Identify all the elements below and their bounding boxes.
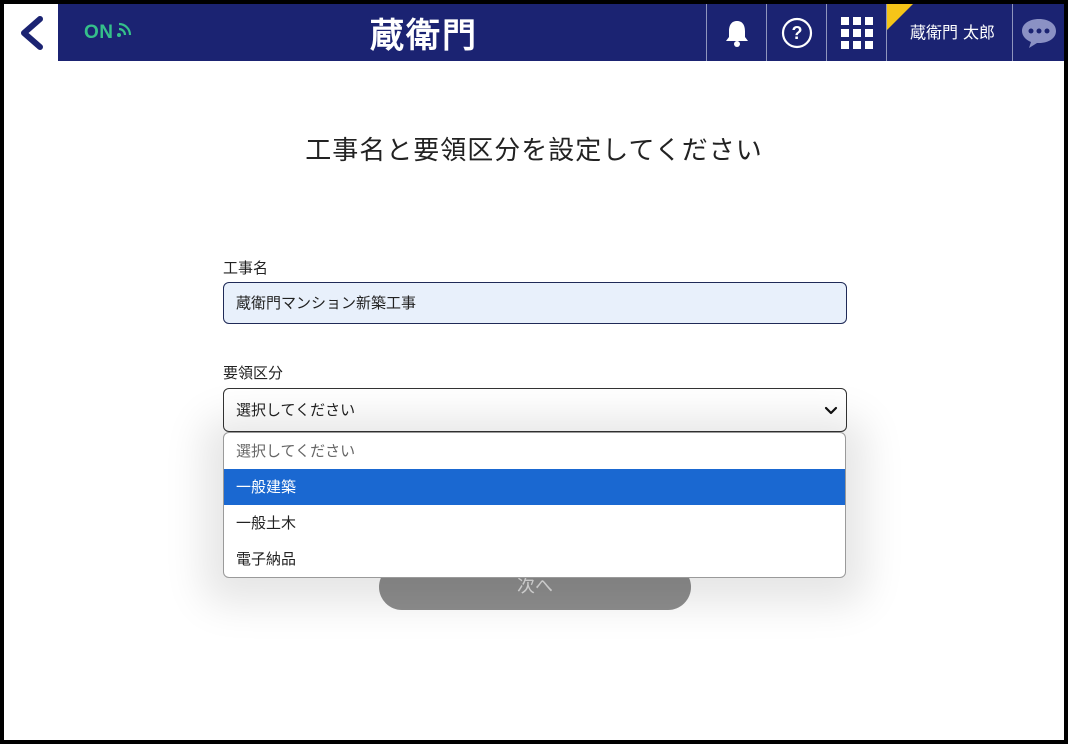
chat-bubble-icon xyxy=(1021,18,1056,48)
apps-grid-icon xyxy=(840,16,873,49)
connection-status: ON xyxy=(84,19,134,47)
construction-name-input[interactable]: 蔵衛門マンション新築工事 xyxy=(223,282,847,324)
svg-text:?: ? xyxy=(791,23,802,43)
page-title: 工事名と要領区分を設定してください xyxy=(305,136,763,166)
user-menu-button[interactable]: 蔵衛門 太郎 xyxy=(886,4,1012,61)
connection-status-text: ON xyxy=(84,22,114,43)
category-select[interactable]: 選択してください xyxy=(223,388,847,432)
app-window: ON 蔵衛門 ? 蔵衛門 太郎 工事名と要領区分を設定してください 工事名 蔵衛… xyxy=(4,4,1064,740)
back-chevron-icon xyxy=(21,15,43,50)
help-icon: ? xyxy=(781,17,812,48)
bell-icon xyxy=(725,20,748,47)
chat-button[interactable] xyxy=(1012,4,1064,61)
dropdown-option-placeholder[interactable]: 選択してください xyxy=(224,433,845,469)
app-logo: 蔵衛門 xyxy=(370,15,478,56)
header-bar: ON 蔵衛門 ? 蔵衛門 太郎 xyxy=(58,4,1064,61)
category-label: 要領区分 xyxy=(223,364,284,382)
help-button[interactable]: ? xyxy=(766,4,826,61)
category-select-value: 選択してください xyxy=(236,401,356,419)
user-name: 蔵衛門 太郎 xyxy=(909,22,996,42)
wifi-icon xyxy=(116,22,131,37)
apps-menu-button[interactable] xyxy=(826,4,886,61)
notifications-button[interactable] xyxy=(706,4,766,61)
dropdown-option-electronic-delivery[interactable]: 電子納品 xyxy=(224,541,845,577)
category-dropdown: 選択してください 一般建築 一般土木 電子納品 xyxy=(223,432,846,578)
header: ON 蔵衛門 ? 蔵衛門 太郎 xyxy=(4,4,1064,61)
dropdown-option-general-building[interactable]: 一般建築 xyxy=(224,469,845,505)
construction-name-label: 工事名 xyxy=(223,259,269,277)
dropdown-option-general-civil[interactable]: 一般土木 xyxy=(224,505,845,541)
chevron-down-icon xyxy=(824,406,838,415)
back-button[interactable] xyxy=(4,4,58,61)
